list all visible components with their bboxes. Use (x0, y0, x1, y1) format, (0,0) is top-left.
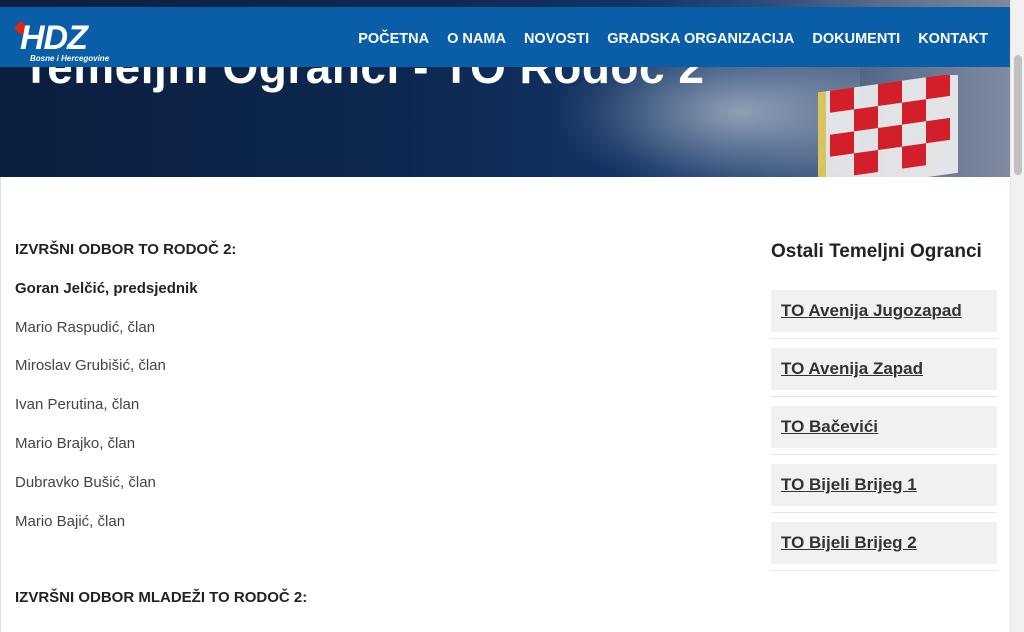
sidebar-item-avenija-jugozapad[interactable]: TO Avenija Jugozapad (771, 290, 997, 332)
nav-item-kontakt[interactable]: KONTAKT (918, 31, 988, 47)
main-nav: POČETNA O NAMA NOVOSTI GRADSKA ORGANIZAC… (340, 31, 988, 47)
sidebar-title: Ostali Temeljni Ogranci (771, 241, 982, 262)
sidebar: Ostali Temeljni Ogranci TO Avenija Jugoz… (771, 240, 997, 580)
content-left-border (0, 177, 1, 632)
logo-text: HDZ (20, 19, 88, 57)
member-item: Miroslav Grubišić, član (15, 357, 166, 375)
nav-item-novosti[interactable]: NOVOSTI (524, 31, 589, 47)
sidebar-item-bacevici[interactable]: TO Bačevići (771, 406, 997, 448)
divider (771, 570, 997, 571)
divider (771, 454, 997, 455)
divider (771, 512, 997, 513)
section-heading-izvrsni-odbor: IZVRŠNI ODBOR TO RODOČ 2: (15, 241, 237, 258)
nav-item-o-nama[interactable]: O NAMA (447, 31, 506, 47)
president-line: Goran Jelčić, predsjednik (15, 279, 198, 297)
member-item: Mario Bajić, član (15, 512, 126, 530)
nav-item-pocetna[interactable]: POČETNA (358, 31, 429, 47)
scrollbar-thumb[interactable] (1014, 55, 1022, 175)
navbar: HDZ Bosne i Hercegovine POČETNA O NAMA N… (0, 7, 1010, 67)
nav-item-dokumenti[interactable]: DOKUMENTI (812, 31, 900, 47)
member-item: Mario Brajko, član (15, 434, 136, 452)
divider (771, 396, 997, 397)
page-scrollbar[interactable] (1010, 0, 1024, 632)
sidebar-item-avenija-zapad[interactable]: TO Avenija Zapad (771, 348, 997, 390)
flag-checker-pattern (818, 75, 958, 177)
section-heading-mladez: IZVRŠNI ODBOR MLADEŽI TO RODOČ 2: (15, 589, 308, 607)
nav-item-gradska-organizacija[interactable]: GRADSKA ORGANIZACIJA (607, 31, 794, 47)
hdz-logo[interactable]: HDZ Bosne i Hercegovine (13, 19, 116, 67)
logo-subtitle: Bosne i Hercegovine (30, 54, 110, 63)
member-item: Mario Raspudić, član (15, 318, 156, 336)
sidebar-item-bijeli-brijeg-2[interactable]: TO Bijeli Brijeg 2 (771, 522, 997, 564)
member-item: Dubravko Bušić, član (15, 473, 156, 491)
sidebar-item-bijeli-brijeg-1[interactable]: TO Bijeli Brijeg 1 (771, 464, 997, 506)
main-content: IZVRŠNI ODBOR TO RODOČ 2: Goran Jelčić, … (15, 240, 715, 627)
divider (771, 338, 997, 339)
member-item: Ivan Perutina, član (15, 396, 140, 414)
